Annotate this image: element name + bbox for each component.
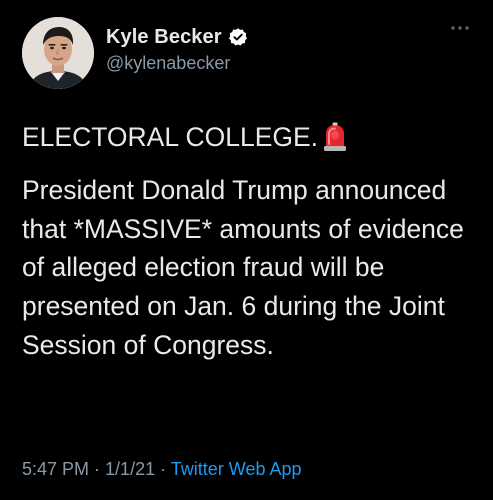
tweet-date[interactable]: 1/1/21 xyxy=(105,459,155,479)
tweet-text: ELECTORAL COLLEGE. President Donald Trum… xyxy=(22,118,477,365)
author-name-row: Kyle Becker xyxy=(106,25,248,49)
tweet-time[interactable]: 5:47 PM xyxy=(22,459,89,479)
author-handle[interactable]: @kylenabecker xyxy=(106,53,248,74)
tweet-line-1: ELECTORAL COLLEGE. xyxy=(22,118,477,157)
meta-separator: · xyxy=(89,459,106,479)
meta-separator: · xyxy=(155,459,171,479)
tweet-line-1-text: ELECTORAL COLLEGE. xyxy=(22,122,319,152)
tweet-header: Kyle Becker @kylenabecker xyxy=(22,17,472,89)
avatar-photo xyxy=(22,17,94,89)
avatar[interactable] xyxy=(22,17,94,89)
rotating-light-emoji-icon xyxy=(322,122,348,152)
author-info: Kyle Becker @kylenabecker xyxy=(106,25,248,74)
tweet-meta: 5:47 PM · 1/1/21 · Twitter Web App xyxy=(22,459,302,480)
author-display-name[interactable]: Kyle Becker xyxy=(106,26,222,49)
more-options-icon[interactable] xyxy=(448,21,472,35)
tweet-source-link[interactable]: Twitter Web App xyxy=(171,459,302,479)
verified-badge-icon xyxy=(228,27,248,47)
tweet-card: Kyle Becker @kylenabecker ELECTORAL COLL… xyxy=(0,0,493,500)
tweet-paragraph: President Donald Trump announced that *M… xyxy=(22,174,464,360)
